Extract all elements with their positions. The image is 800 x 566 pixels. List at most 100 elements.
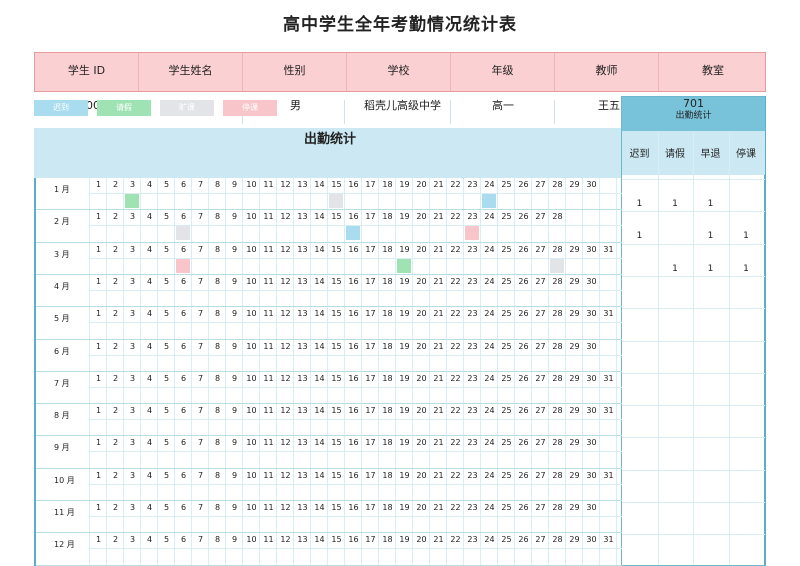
day-number: 22 (450, 406, 461, 416)
day-number: 10 (246, 470, 257, 480)
day-number: 15 (331, 373, 342, 383)
day-number: 3 (129, 373, 136, 383)
day-number: 14 (314, 341, 325, 351)
day-number: 25 (501, 503, 512, 512)
day-number: 8 (214, 341, 221, 351)
day-number: 27 (535, 244, 546, 254)
day-number: 2 (112, 341, 119, 351)
day-number: 17 (365, 276, 376, 286)
day-number: 21 (433, 309, 444, 319)
day-number: 7 (197, 503, 204, 512)
day-number: 12 (280, 276, 291, 286)
month-label: 6 月 (54, 346, 70, 356)
day-number: 17 (365, 503, 376, 512)
teacher-value[interactable]: 王五 (598, 96, 620, 116)
day-number: 3 (129, 212, 136, 222)
day-number: 16 (348, 373, 359, 383)
day-number: 8 (214, 180, 221, 189)
day-number: 9 (231, 212, 238, 222)
month-label: 12 月 (54, 540, 75, 550)
day-number: 23 (467, 180, 478, 189)
day-number: 23 (467, 373, 478, 383)
day-number: 21 (433, 212, 444, 222)
day-number: 14 (314, 373, 325, 383)
day-number: 6 (180, 309, 187, 319)
day-number: 24 (484, 212, 495, 222)
attendance-mark[interactable] (550, 258, 564, 273)
attendance-mark[interactable] (482, 194, 496, 208)
day-number: 31 (603, 373, 614, 383)
day-number: 23 (467, 503, 478, 512)
day-number: 9 (231, 180, 238, 189)
day-number: 23 (467, 276, 478, 286)
day-number: 10 (246, 535, 257, 545)
month-label: 9 月 (54, 443, 70, 453)
day-number: 22 (450, 373, 461, 383)
attendance-mark[interactable] (176, 226, 190, 241)
day-number: 21 (433, 535, 444, 545)
day-number: 24 (484, 244, 495, 254)
day-number: 20 (416, 276, 427, 286)
header-cell: 性别 (243, 53, 347, 91)
grade-value[interactable]: 高一 (492, 96, 514, 116)
day-number: 23 (467, 244, 478, 254)
day-number: 6 (180, 438, 187, 448)
day-number: 19 (399, 438, 410, 448)
day-number: 8 (214, 212, 221, 222)
day-number: 18 (382, 309, 393, 319)
summary-value: 1 (707, 199, 714, 209)
attendance-mark[interactable] (465, 226, 479, 241)
summary-value: 1 (636, 231, 643, 242)
day-number: 25 (501, 373, 512, 383)
calendar-grid: 1 月 1 2 3 4 5 6 7 8 9 10 11 12 13 14 15 16 17 18 19 20 21 22 23… (34, 178, 622, 566)
day-number: 13 (297, 503, 308, 512)
header-cell: 学生姓名 (139, 53, 243, 91)
day-number: 15 (331, 503, 342, 512)
day-number: 17 (365, 438, 376, 448)
day-number: 1 (95, 180, 102, 189)
day-number: 4 (146, 438, 153, 448)
attendance-mark[interactable] (346, 226, 360, 241)
summary-value: 1 (672, 199, 678, 209)
attendance-mark[interactable] (125, 194, 139, 208)
day-number: 20 (416, 244, 427, 254)
day-number: 11 (263, 406, 274, 416)
day-number: 19 (399, 309, 410, 319)
attendance-mark[interactable] (176, 258, 190, 273)
day-number: 11 (263, 373, 274, 383)
day-number: 19 (399, 180, 410, 189)
day-number: 10 (246, 244, 257, 254)
day-number: 7 (197, 470, 204, 480)
day-number: 9 (231, 406, 238, 416)
day-number: 4 (146, 341, 153, 351)
day-number: 31 (603, 244, 614, 254)
attendance-mark[interactable] (397, 258, 411, 273)
day-number: 27 (535, 276, 546, 286)
day-number: 20 (416, 341, 427, 351)
day-number: 16 (348, 470, 359, 480)
day-number: 29 (569, 503, 580, 512)
day-number: 23 (467, 470, 478, 480)
day-number: 24 (484, 276, 495, 286)
day-number: 19 (399, 406, 410, 416)
attendance-mark[interactable] (329, 194, 343, 208)
day-number: 20 (416, 212, 427, 222)
day-number: 4 (146, 470, 153, 480)
day-number: 18 (382, 373, 393, 383)
summary-value: 1 (743, 263, 749, 274)
day-number: 21 (433, 373, 444, 383)
day-number: 2 (112, 470, 119, 480)
day-number: 1 (95, 244, 102, 254)
day-number: 18 (382, 470, 393, 480)
summary-column-header: 早退 (700, 149, 721, 160)
day-number: 27 (535, 341, 546, 351)
day-number: 26 (518, 341, 529, 351)
school-value[interactable]: 稻壳儿高级中学 (364, 96, 441, 116)
day-number: 28 (552, 503, 563, 512)
day-number: 28 (552, 244, 563, 254)
day-number: 31 (603, 470, 614, 480)
day-number: 16 (348, 212, 359, 222)
room-value[interactable]: 701 (622, 85, 765, 123)
gender-value[interactable]: 男 (290, 96, 301, 116)
month-label: 8 月 (54, 411, 70, 421)
